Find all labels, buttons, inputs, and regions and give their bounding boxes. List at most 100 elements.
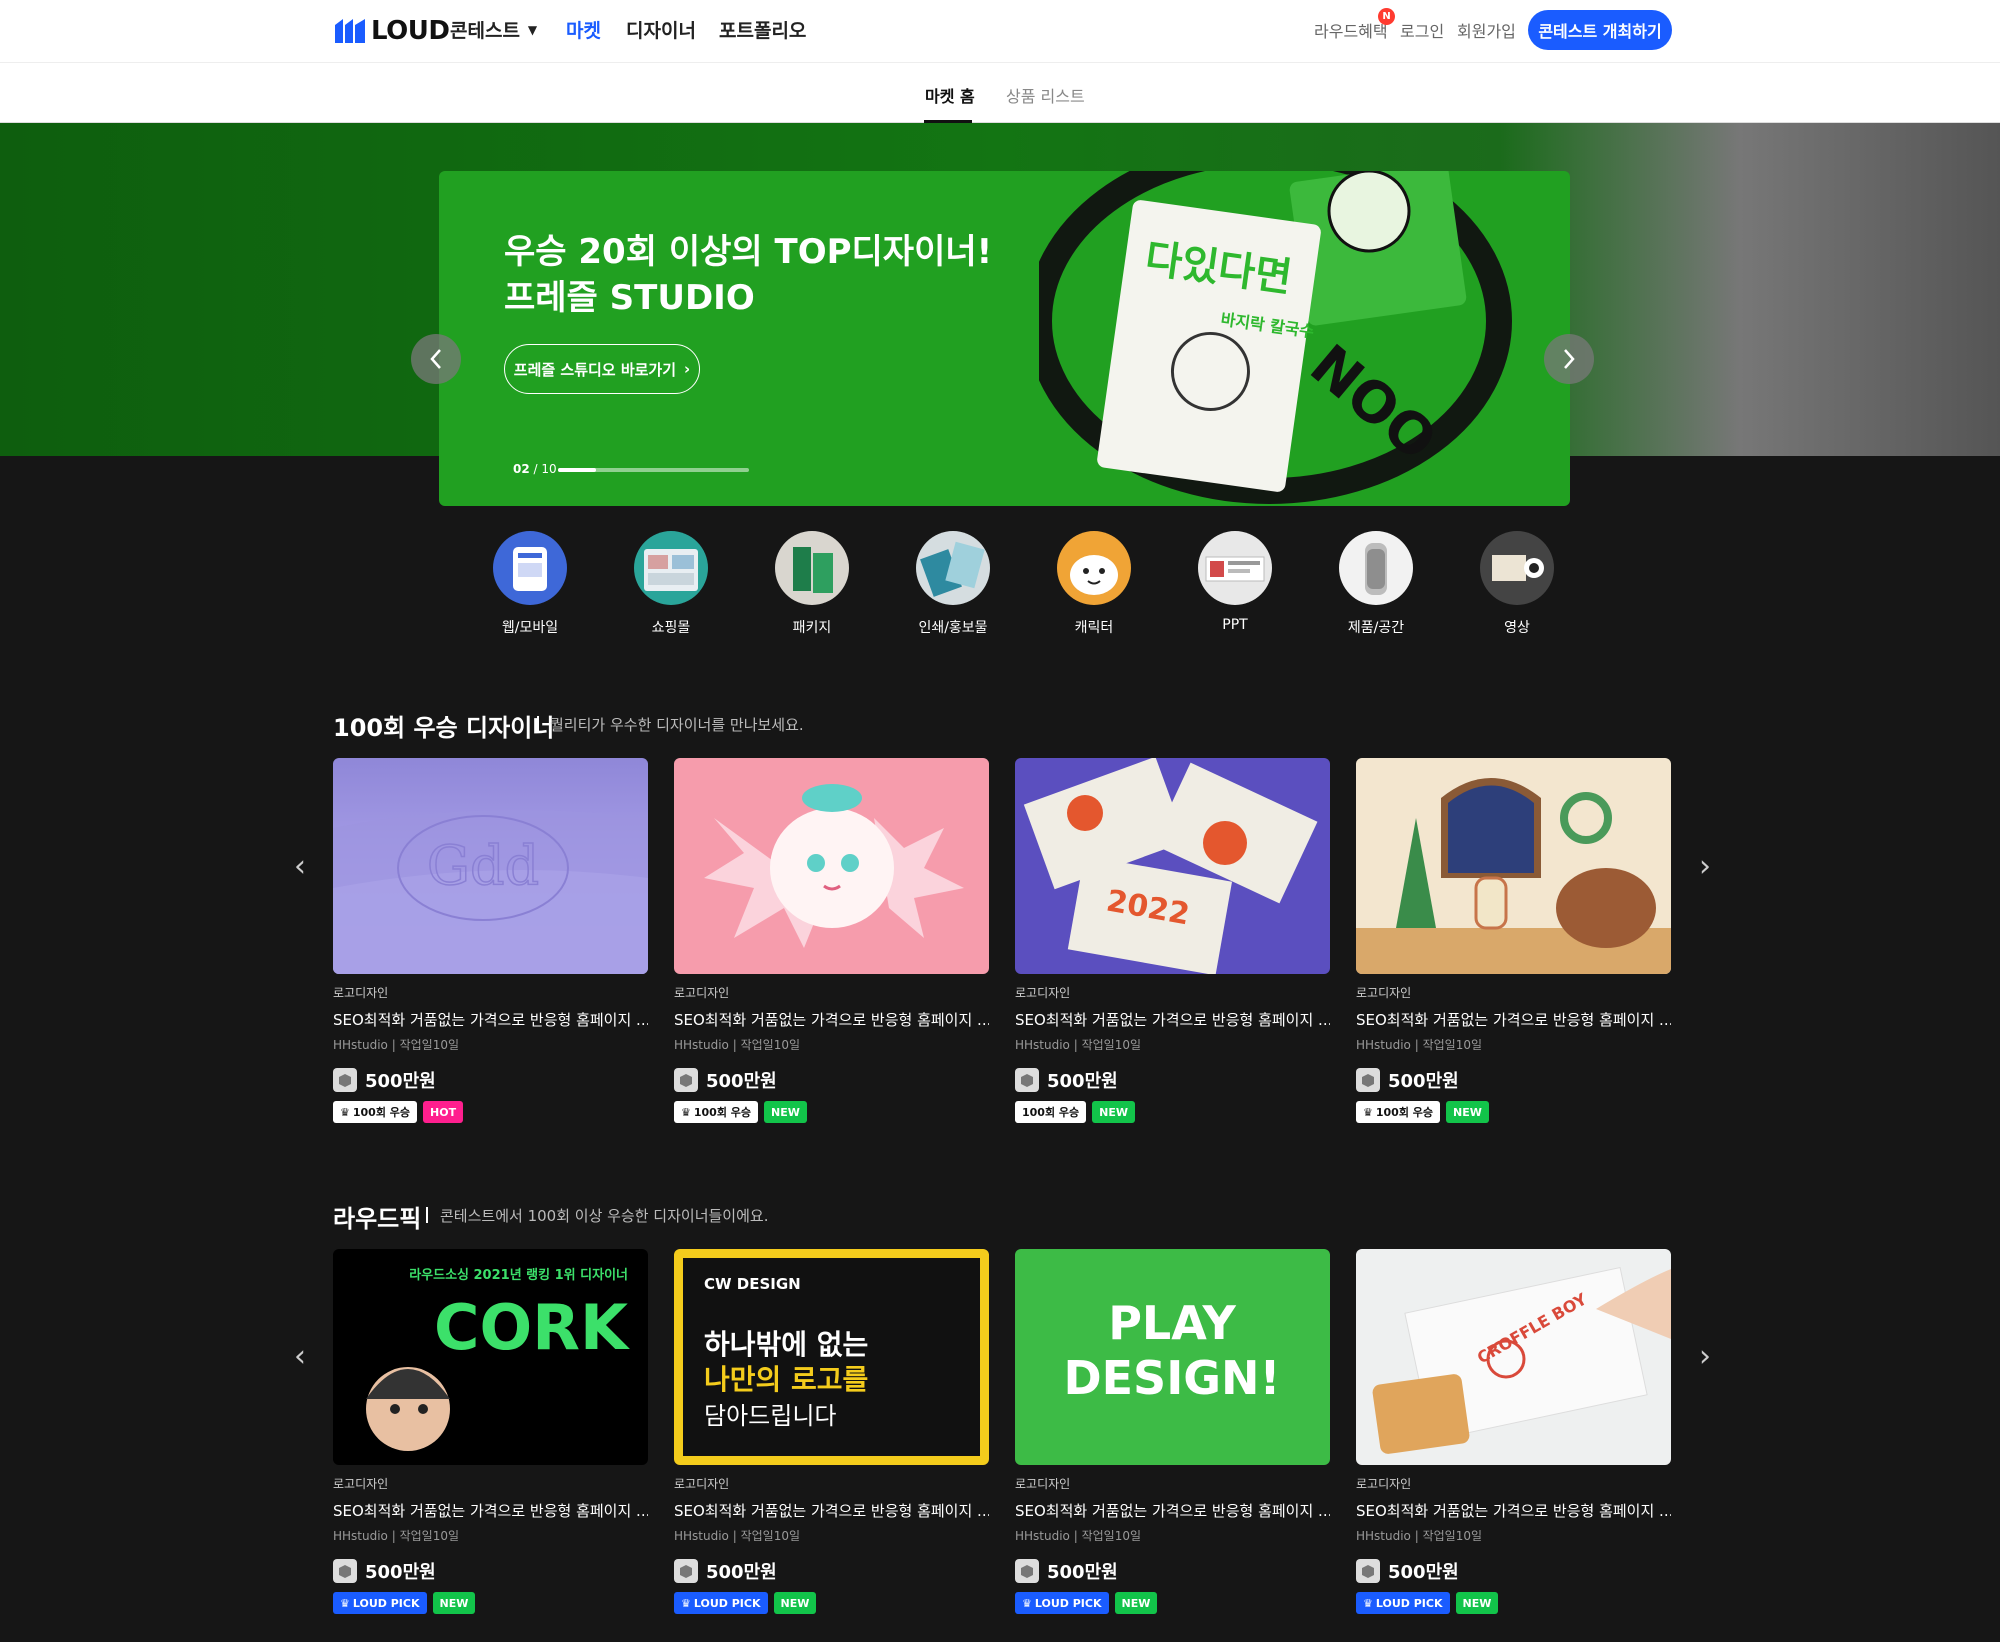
price-box-icon [1356, 1559, 1380, 1583]
nav-designer[interactable]: 디자이너 [626, 16, 696, 43]
product-tags: 100회 우승 NEW [1015, 1101, 1330, 1123]
section-subtitle-loud-pick: 콘테스트에서 100회 이상 우승한 디자이너들이에요. [440, 1207, 769, 1225]
loud-logo[interactable]: LOUD [335, 16, 450, 46]
crown-icon: ♛ [1363, 1596, 1373, 1610]
hot-tag: HOT [423, 1101, 464, 1123]
section2-next-button[interactable]: › [1690, 1336, 1720, 1376]
product-meta: HHstudio | 작업일10일 [333, 1529, 460, 1543]
product-thumbnail: 2022 [1015, 758, 1330, 974]
product-card[interactable]: 라우드소싱 2021년 랭킹 1위 디자이너 CORK 로고디자인 SEO최적화 … [333, 1249, 648, 1614]
thumb-line1: PLAY [1108, 1296, 1236, 1350]
chevron-left-icon: ‹ [294, 1338, 306, 1374]
product-card[interactable]: 로고디자인 SEO최적화 거품없는 가격으로 반응형 홈페이지 ... HHst… [674, 758, 989, 1123]
product-card[interactable]: 2022 로고디자인 SEO최적화 거품없는 가격으로 반응형 홈페이지 ...… [1015, 758, 1330, 1123]
product-studio: HHstudio [674, 1529, 729, 1543]
loud-pick-tag: ♛ LOUD PICK [333, 1592, 427, 1614]
product-studio: HHstudio [333, 1038, 388, 1052]
winner-tag: 100회 우승 [1015, 1101, 1087, 1123]
host-contest-button[interactable]: 콘테스트 개최하기 [1528, 10, 1672, 50]
product-studio: HHstudio [1356, 1529, 1411, 1543]
tab-market-home[interactable]: 마켓 홈 [925, 83, 975, 107]
product-title: SEO최적화 거품없는 가격으로 반응형 홈페이지 ... [674, 1502, 989, 1520]
section2-prev-button[interactable]: ‹ [285, 1336, 315, 1376]
product-studio: HHstudio [1015, 1038, 1070, 1052]
thumb-text: Gdd [427, 834, 539, 897]
hero-cta-button[interactable]: 프레즐 스튜디오 바로가기 › [504, 344, 700, 394]
product-tags: ♛ LOUD PICK NEW [333, 1592, 648, 1614]
product-price-value: 500만원 [1047, 1071, 1118, 1092]
category-ppt[interactable]: PPT [1175, 531, 1295, 633]
hero-counter-total: / 10 [533, 462, 557, 476]
category-shopping-mall[interactable]: 쇼핑몰 [611, 531, 731, 637]
category-character[interactable]: 캐릭터 [1034, 531, 1154, 637]
chevron-left-icon [430, 349, 441, 369]
signup-link[interactable]: 회원가입 [1457, 18, 1516, 42]
loud-pick-tag: ♛ LOUD PICK [674, 1592, 768, 1614]
product-studio: HHstudio [1356, 1038, 1411, 1052]
category-web-mobile[interactable]: 웹/모바일 [470, 531, 590, 637]
nav-portfolio[interactable]: 포트폴리오 [719, 16, 806, 43]
hero-next-button[interactable] [1544, 334, 1594, 384]
crown-icon: ♛ [681, 1105, 691, 1119]
login-link[interactable]: 로그인 [1400, 18, 1444, 42]
product-work-days: 작업일10일 [740, 1529, 801, 1543]
product-price-value: 500만원 [1047, 1562, 1118, 1583]
product-meta: HHstudio | 작업일10일 [1015, 1038, 1142, 1052]
category-video[interactable]: 영상 [1457, 531, 1577, 637]
section-subtitle-top-designers: 퀄리티가 우수한 디자이너를 만나보세요. [550, 716, 804, 734]
category-label: PPT [1222, 617, 1248, 633]
nav-contest[interactable]: 콘테스트 ▼ [450, 16, 537, 43]
category-label: 제품/공간 [1347, 620, 1405, 636]
category-package[interactable]: 패키지 [752, 531, 872, 637]
section1-prev-button[interactable]: ‹ [285, 846, 315, 886]
product-price: 500만원 [674, 1558, 989, 1584]
product-title: SEO최적화 거품없는 가격으로 반응형 홈페이지 ... [674, 1011, 989, 1029]
thumb-main-text: CORK [434, 1291, 630, 1364]
thumb-line1: 하나밖에 없는 [704, 1328, 868, 1361]
category-label: 인쇄/홍보물 [918, 620, 988, 636]
product-card[interactable]: PLAY DESIGN! 로고디자인 SEO최적화 거품없는 가격으로 반응형 홈… [1015, 1249, 1330, 1614]
product-meta: HHstudio | 작업일10일 [674, 1038, 801, 1052]
loud-pick-tag: ♛ LOUD PICK [1356, 1592, 1450, 1614]
new-tag: NEW [1092, 1101, 1136, 1123]
product-tags: ♛ LOUD PICK NEW [674, 1592, 989, 1614]
hero-counter: 02 / 10 [513, 462, 557, 476]
thumb-line2: DESIGN! [1063, 1351, 1280, 1405]
product-work-days: 작업일10일 [740, 1038, 801, 1052]
category-label: 영상 [1504, 620, 1530, 636]
nav-market[interactable]: 마켓 [566, 16, 601, 43]
section1-next-button[interactable]: › [1690, 846, 1720, 886]
product-tags: ♛ 100회 우승 HOT [333, 1101, 648, 1123]
product-category: 로고디자인 [1015, 986, 1071, 1000]
tab-product-list[interactable]: 상품 리스트 [1006, 83, 1085, 107]
hero-banner[interactable]: 우승 20회 이상의 TOP디자이너! 프레즐 STUDIO 프레즐 스튜디오 … [439, 171, 1570, 506]
loud-pick-tag-label: LOUD PICK [693, 1596, 761, 1610]
price-box-icon [1356, 1068, 1380, 1092]
product-title: SEO최적화 거품없는 가격으로 반응형 홈페이지 ... [1356, 1502, 1671, 1520]
product-category: 로고디자인 [1015, 1477, 1071, 1491]
product-card[interactable]: Gdd 로고디자인 SEO최적화 거품없는 가격으로 반응형 홈페이지 ... … [333, 758, 648, 1123]
product-card[interactable]: CROFFLE BOY 로고디자인 SEO최적화 거품없는 가격으로 반응형 홈… [1356, 1249, 1671, 1614]
product-card[interactable]: 로고디자인 SEO최적화 거품없는 가격으로 반응형 홈페이지 ... HHst… [1356, 758, 1671, 1123]
section-divider [537, 716, 539, 732]
product-category: 로고디자인 [1356, 1477, 1412, 1491]
new-tag: NEW [764, 1101, 807, 1123]
product-work-days: 작업일10일 [399, 1529, 460, 1543]
category-product-space[interactable]: 제품/공간 [1316, 531, 1436, 637]
category-label: 쇼핑몰 [651, 620, 691, 636]
hero-prev-button[interactable] [411, 334, 461, 384]
product-title: SEO최적화 거품없는 가격으로 반응형 홈페이지 ... [333, 1011, 648, 1029]
product-work-days: 작업일10일 [1081, 1529, 1142, 1543]
product-studio: HHstudio [1015, 1529, 1070, 1543]
section-divider [426, 1207, 428, 1223]
product-title: SEO최적화 거품없는 가격으로 반응형 홈페이지 ... [1356, 1011, 1671, 1029]
product-price-value: 500만원 [1388, 1071, 1459, 1092]
category-print[interactable]: 인쇄/홍보물 [893, 531, 1013, 637]
product-price: 500만원 [333, 1558, 648, 1584]
product-card[interactable]: CW DESIGN 하나밖에 없는 나만의 로고를 담아드립니다 로고디자인 SEO최… [674, 1249, 989, 1614]
product-price-value: 500만원 [365, 1071, 436, 1092]
benefits-link[interactable]: 라우드혜택 [1314, 18, 1388, 42]
section-title-loud-pick: 라우드픽 [333, 1205, 422, 1233]
top-header: LOUD 콘테스트 ▼ 마켓 디자이너 포트폴리오 라우드혜택 N 로그인 회원… [0, 0, 2000, 63]
product-price: 500만원 [1356, 1067, 1671, 1093]
